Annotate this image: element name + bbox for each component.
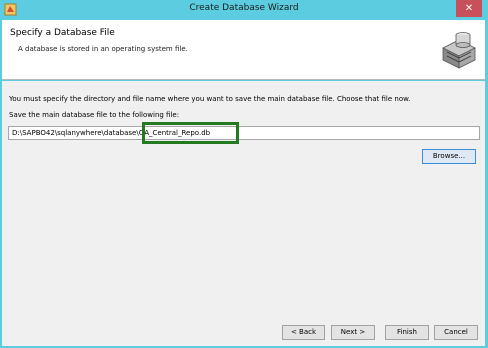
database-file-path-input[interactable]: D:\SAPBO42\sqlanywhere\database\QA_Centr…	[8, 126, 480, 140]
back-button[interactable]: < Back	[282, 325, 325, 340]
wizard-window: Create Database Wizard ✕ Specify a Datab…	[0, 0, 488, 348]
highlight-annotation-box	[142, 122, 239, 144]
browse-button[interactable]: Browse...	[422, 149, 476, 164]
finish-button[interactable]: Finish	[385, 325, 429, 340]
cancel-button[interactable]: Cancel	[434, 325, 478, 340]
page-subtitle: A database is stored in an operating sys…	[18, 45, 188, 53]
database-icon	[442, 32, 476, 69]
page-title: Specify a Database File	[10, 28, 115, 38]
next-button[interactable]: Next >	[331, 325, 375, 340]
title-bar[interactable]: Create Database Wizard ✕	[0, 0, 488, 20]
window-title: Create Database Wizard	[189, 3, 299, 13]
close-button[interactable]: ✕	[456, 0, 482, 17]
wizard-body: You must specify the directory and file …	[2, 81, 485, 317]
wizard-footer: < Back Next > Finish Cancel	[2, 317, 485, 346]
file-field-label: Save the main database file to the follo…	[9, 111, 180, 119]
wizard-header: Specify a Database File A database is st…	[2, 20, 485, 80]
instructions-text: You must specify the directory and file …	[9, 95, 411, 103]
